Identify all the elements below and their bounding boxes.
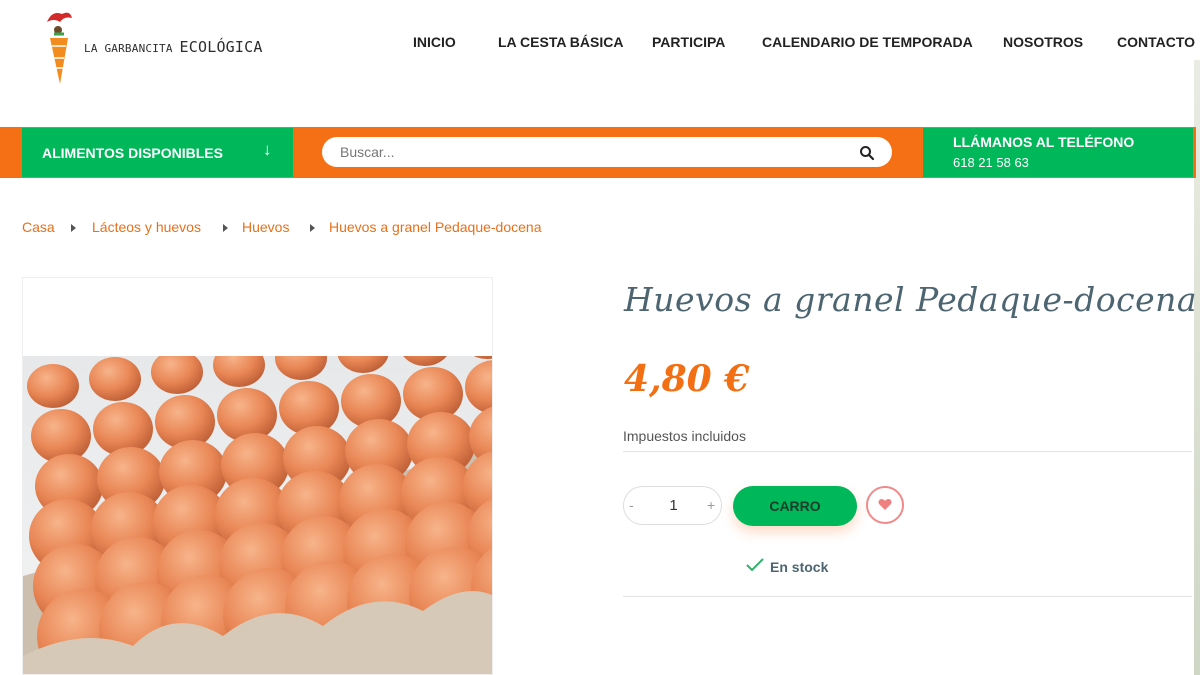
breadcrumb-casa[interactable]: Casa — [22, 219, 55, 235]
phone-number[interactable]: 618 21 58 63 — [953, 155, 1029, 170]
nav-cesta-basica[interactable]: LA CESTA BÁSICA — [498, 34, 623, 50]
product-image[interactable] — [22, 277, 493, 675]
breadcrumb-lacteos[interactable]: Lácteos y huevos — [92, 219, 201, 235]
breadcrumb-separator — [310, 224, 315, 232]
main-nav: INICIO LA CESTA BÁSICA PARTICIPA CALENDA… — [0, 34, 1200, 54]
quantity-stepper[interactable]: - 1 + — [623, 486, 722, 525]
phone-box: LLÁMANOS AL TELÉFONO 618 21 58 63 — [923, 128, 1193, 177]
site-header: LA GARBANCITA ECOLÓGICA INICIO LA CESTA … — [0, 0, 1200, 127]
breadcrumb-separator — [71, 224, 76, 232]
egg — [89, 357, 141, 401]
qty-increase-button[interactable]: + — [707, 497, 715, 513]
nav-calendario[interactable]: CALENDARIO DE TEMPORADA — [762, 34, 973, 50]
add-to-cart-button[interactable]: CARRO — [733, 486, 857, 526]
check-icon — [746, 558, 764, 572]
nav-nosotros[interactable]: NOSOTROS — [1003, 34, 1083, 50]
tax-note: Impuestos incluidos — [623, 428, 746, 444]
stock-text: En stock — [770, 559, 829, 575]
categories-label: ALIMENTOS DISPONIBLES — [42, 145, 223, 161]
divider — [623, 596, 1192, 597]
arrow-down-icon: ↓ — [263, 140, 272, 159]
product-price: 4,80 € — [624, 358, 750, 400]
egg — [27, 364, 79, 408]
phone-title: LLÁMANOS AL TELÉFONO — [953, 134, 1135, 150]
nav-participa[interactable]: PARTICIPA — [652, 34, 725, 50]
breadcrumb-separator — [223, 224, 228, 232]
divider — [623, 451, 1192, 452]
search-icon[interactable] — [859, 145, 875, 161]
eggs-photo — [23, 356, 492, 674]
categories-button[interactable]: ALIMENTOS DISPONIBLES ↓ — [22, 128, 293, 177]
search-input[interactable] — [322, 137, 892, 167]
product-title: Huevos a granel Pedaque-docena — [624, 280, 1198, 319]
wishlist-button[interactable] — [866, 486, 904, 524]
breadcrumb-current: Huevos a granel Pedaque-docena — [329, 219, 542, 235]
heart-icon — [878, 498, 892, 510]
breadcrumb-huevos[interactable]: Huevos — [242, 219, 289, 235]
nav-inicio[interactable]: INICIO — [413, 34, 456, 50]
nav-contacto[interactable]: CONTACTO — [1117, 34, 1195, 50]
